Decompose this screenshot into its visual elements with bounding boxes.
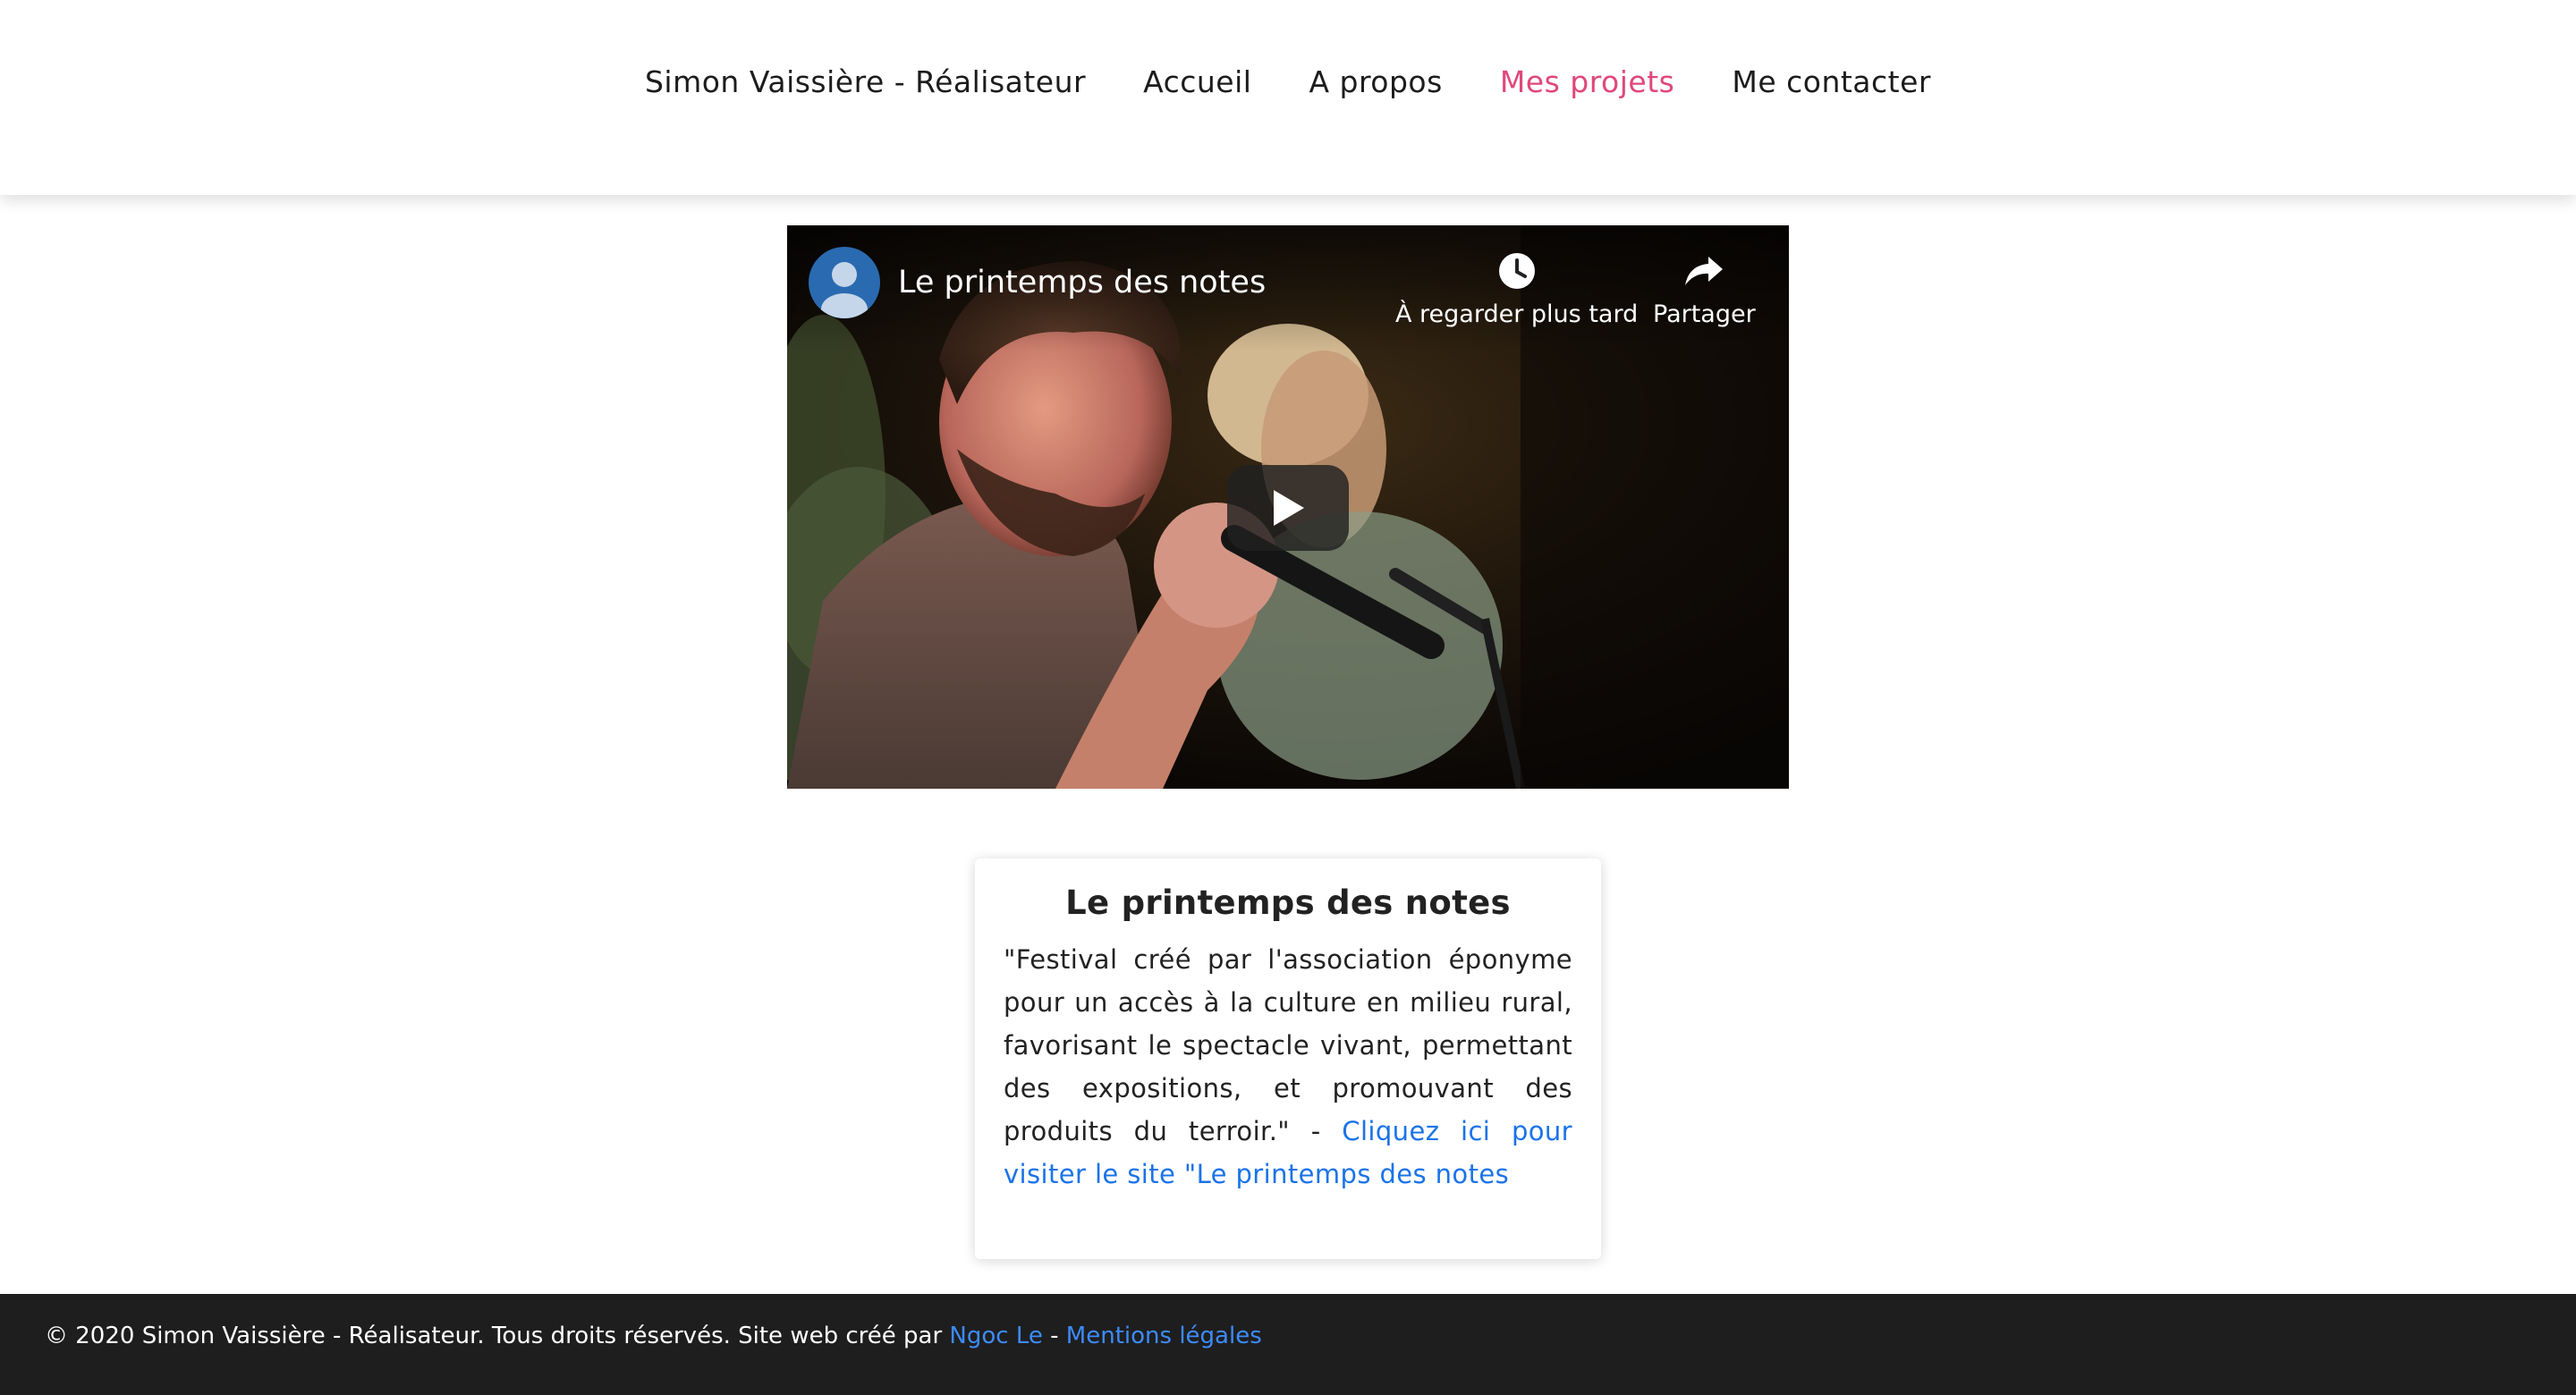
legal-notice-link[interactable]: Mentions légales — [1066, 1323, 1262, 1349]
nav-item-accueil[interactable]: Accueil — [1143, 64, 1251, 99]
footer-copyright: © 2020 Simon Vaissière - Réalisateur. To… — [45, 1323, 950, 1349]
nav-item-a-propos[interactable]: A propos — [1309, 64, 1442, 99]
brand-link[interactable]: Simon Vaissière - Réalisateur — [645, 64, 1086, 99]
card-description: "Festival créé par l'association éponyme… — [1004, 938, 1572, 1196]
footer-text: © 2020 Simon Vaissière - Réalisateur. To… — [45, 1323, 1262, 1349]
play-button[interactable] — [1227, 465, 1349, 551]
project-card: Le printemps des notes "Festival créé pa… — [975, 858, 1601, 1259]
author-link[interactable]: Ngoc Le — [949, 1323, 1042, 1349]
clock-icon — [1497, 247, 1537, 295]
watch-later-button[interactable]: À regarder plus tard — [1395, 247, 1638, 328]
play-icon — [1274, 490, 1304, 526]
share-button[interactable]: Partager — [1653, 247, 1756, 328]
main-nav: Simon Vaissière - Réalisateur Accueil A … — [0, 64, 2576, 99]
share-arrow-icon — [1683, 247, 1724, 295]
channel-avatar-icon[interactable] — [809, 247, 880, 318]
site-footer: © 2020 Simon Vaissière - Réalisateur. To… — [0, 1294, 2576, 1395]
watch-later-label: À regarder plus tard — [1395, 300, 1639, 328]
video-title[interactable]: Le printemps des notes — [898, 265, 1266, 300]
site-header: Simon Vaissière - Réalisateur Accueil A … — [0, 0, 2576, 195]
card-title: Le printemps des notes — [1065, 884, 1511, 922]
nav-item-me-contacter[interactable]: Me contacter — [1732, 64, 1931, 99]
video-player[interactable]: Le printemps des notes À regarder plus t… — [787, 225, 1789, 789]
nav-item-mes-projets[interactable]: Mes projets — [1500, 64, 1675, 99]
footer-separator: - — [1042, 1323, 1066, 1349]
share-label: Partager — [1653, 300, 1756, 328]
